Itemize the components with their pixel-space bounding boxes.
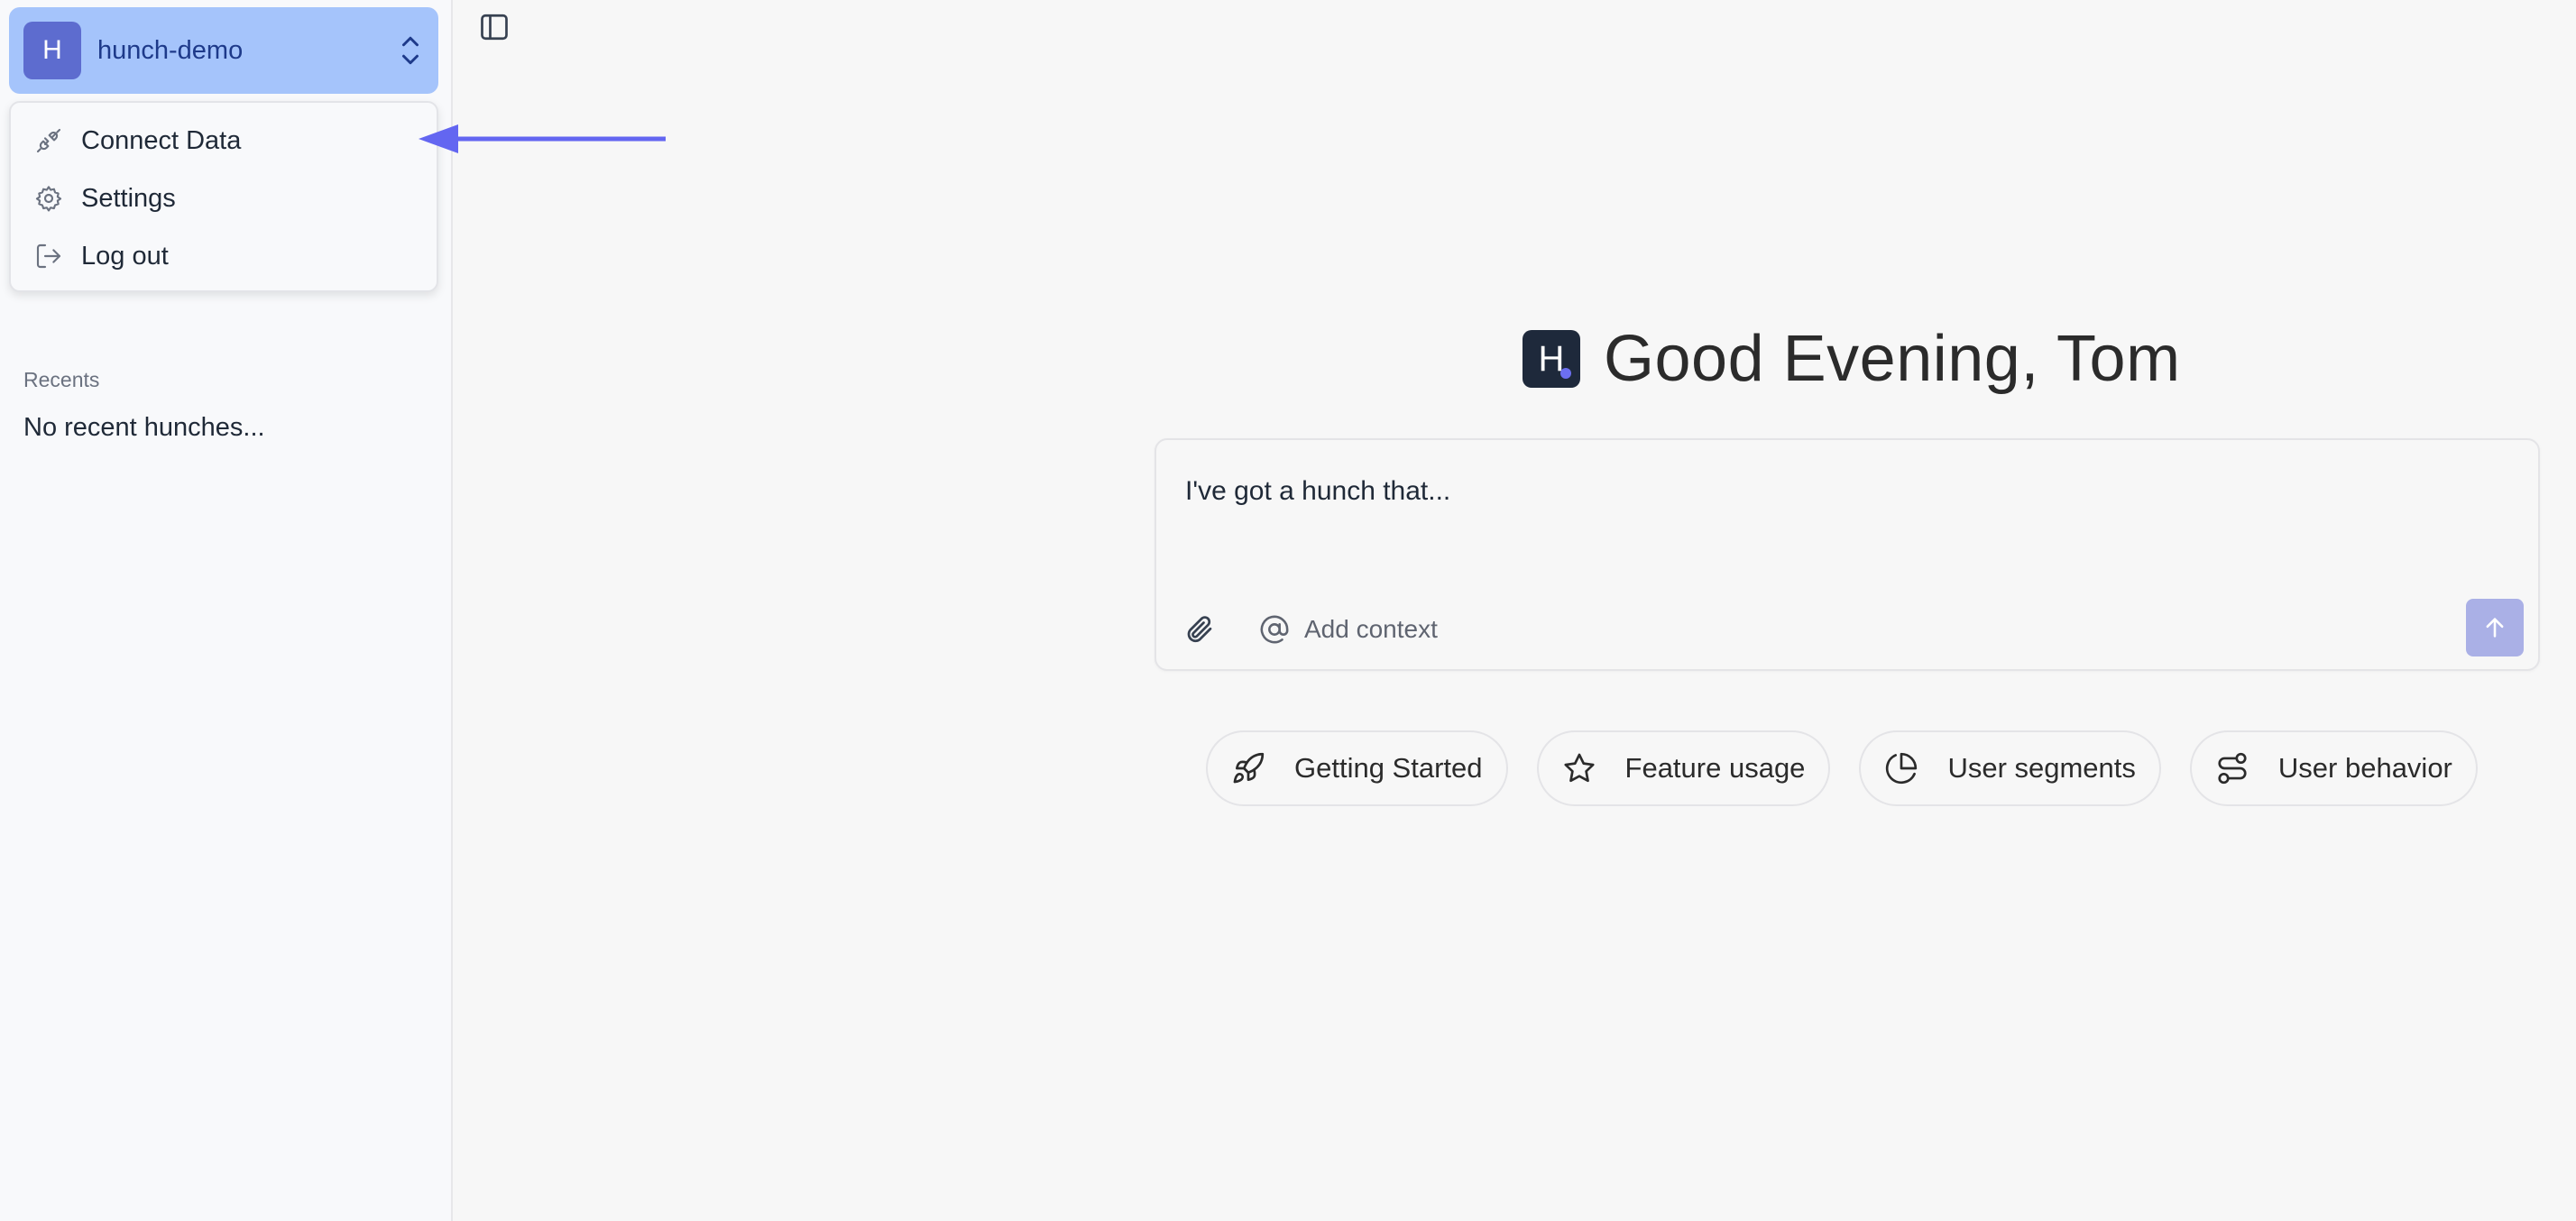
menu-item-label: Log out — [81, 241, 169, 271]
recents-heading: Recents — [23, 368, 100, 391]
rocket-icon — [1233, 752, 1265, 784]
chip-getting-started[interactable]: Getting Started — [1206, 730, 1508, 806]
pie-chart-icon — [1886, 752, 1918, 785]
logout-icon — [36, 243, 61, 269]
chip-label: Getting Started — [1294, 752, 1483, 784]
menu-item-settings[interactable]: Settings — [11, 170, 437, 227]
arrow-up-icon — [2486, 618, 2504, 638]
send-button[interactable] — [2466, 599, 2524, 656]
star-icon — [1563, 753, 1595, 783]
sidebar-toggle-icon[interactable] — [478, 11, 511, 43]
hunch-input[interactable]: I've got a hunch that... — [1185, 476, 1450, 507]
workspace-name: hunch-demo — [97, 35, 244, 65]
chip-user-behavior[interactable]: User behavior — [2189, 730, 2478, 806]
add-context-button[interactable]: Add context — [1259, 608, 1438, 651]
logo-dot — [1560, 368, 1571, 379]
route-icon — [2218, 752, 2247, 785]
chip-label: User segments — [1947, 752, 2136, 784]
chevron-up-down-icon — [402, 36, 419, 65]
app-root: H hunch-demo Recents No recent hunches..… — [0, 0, 2576, 1221]
workspace-switcher[interactable]: H hunch-demo — [9, 7, 438, 94]
workspace-avatar: H — [23, 22, 81, 79]
menu-item-logout[interactable]: Log out — [11, 227, 437, 285]
greeting-header: H Good Evening, Tom — [1523, 316, 2181, 402]
recents-empty-message: No recent hunches... — [23, 413, 265, 442]
menu-item-label: Settings — [81, 183, 176, 213]
hunch-logo: H — [1523, 330, 1580, 388]
at-sign-icon — [1260, 615, 1289, 644]
menu-item-connect-data[interactable]: Connect Data — [11, 112, 437, 170]
greeting-title: Good Evening, Tom — [1604, 323, 2181, 395]
add-context-label: Add context — [1304, 615, 1438, 643]
chip-label: Feature usage — [1624, 752, 1806, 784]
annotation-arrow-icon — [419, 124, 666, 153]
chip-user-segments[interactable]: User segments — [1859, 730, 2161, 806]
menu-item-label: Connect Data — [81, 125, 242, 155]
plug-icon — [36, 128, 61, 153]
workspace-dropdown-menu: Connect Data Settings Log out — [9, 101, 438, 292]
chip-feature-usage[interactable]: Feature usage — [1536, 730, 1831, 806]
hunch-composer[interactable]: I've got a hunch that... Add context — [1155, 438, 2540, 671]
paperclip-icon[interactable] — [1183, 613, 1216, 646]
suggestion-chips: Getting Started Feature usage User segme… — [1206, 730, 2478, 806]
gear-icon — [35, 186, 62, 212]
chip-label: User behavior — [2277, 752, 2452, 784]
